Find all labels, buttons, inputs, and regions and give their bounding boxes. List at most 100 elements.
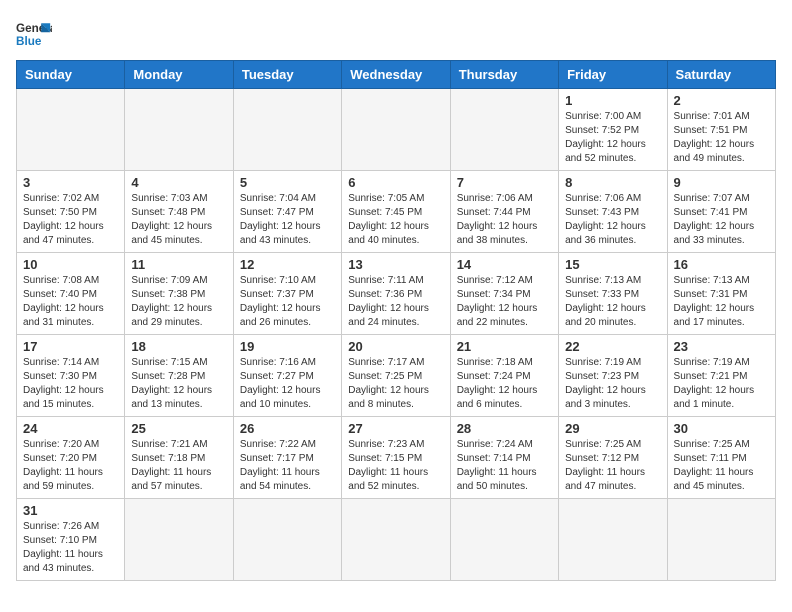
day-number: 11: [131, 257, 226, 272]
day-header-monday: Monday: [125, 61, 233, 89]
day-info: Sunrise: 7:22 AM Sunset: 7:17 PM Dayligh…: [240, 438, 335, 494]
day-info: Sunrise: 7:13 AM Sunset: 7:31 PM Dayligh…: [674, 274, 769, 330]
calendar-cell: 12Sunrise: 7:10 AM Sunset: 7:37 PM Dayli…: [233, 253, 341, 335]
calendar-cell: 16 Sunrise: 7:13 AM Sunset: 7:31 PM Dayli…: [667, 253, 775, 335]
day-number: 29: [565, 421, 660, 436]
day-info: Sunrise: 7:20 AM Sunset: 7:20 PM Dayligh…: [23, 438, 118, 494]
day-header-tuesday: Tuesday: [233, 61, 341, 89]
calendar-cell: [17, 89, 125, 171]
calendar-cell: [450, 89, 558, 171]
calendar-cell: 15 Sunrise: 7:13 AM Sunset: 7:33 PM Dayli…: [559, 253, 667, 335]
day-number: 1: [565, 93, 660, 108]
day-info: Sunrise: 7:25 AM Sunset: 7:11 PM Dayligh…: [674, 438, 769, 494]
calendar-cell: 6Sunrise: 7:05 AM Sunset: 7:45 PM Daylig…: [342, 171, 450, 253]
day-header-friday: Friday: [559, 61, 667, 89]
day-number: 22: [565, 339, 660, 354]
day-number: 27: [348, 421, 443, 436]
calendar-cell: [233, 499, 341, 581]
calendar-cell: 28 Sunrise: 7:24 AM Sunset: 7:14 PM Dayli…: [450, 417, 558, 499]
day-number: 7: [457, 175, 552, 190]
day-info: Sunrise: 7:04 AM Sunset: 7:47 PM Dayligh…: [240, 192, 335, 248]
day-number: 25: [131, 421, 226, 436]
calendar-week-row: 17 Sunrise: 7:14 AM Sunset: 7:30 PM Dayli…: [17, 335, 776, 417]
calendar-cell: 13 Sunrise: 7:11 AM Sunset: 7:36 PM Dayli…: [342, 253, 450, 335]
day-info: Sunrise: 7:26 AM Sunset: 7:10 PM Dayligh…: [23, 520, 118, 576]
day-number: 9: [674, 175, 769, 190]
day-header-saturday: Saturday: [667, 61, 775, 89]
calendar-cell: [125, 499, 233, 581]
calendar-body: 1Sunrise: 7:00 AM Sunset: 7:52 PM Daylig…: [17, 89, 776, 581]
day-number: 5: [240, 175, 335, 190]
day-info: Sunrise: 7:06 AM Sunset: 7:43 PM Dayligh…: [565, 192, 660, 248]
day-info: Sunrise: 7:13 AM Sunset: 7:33 PM Dayligh…: [565, 274, 660, 330]
day-info: Sunrise: 7:23 AM Sunset: 7:15 PM Dayligh…: [348, 438, 443, 494]
calendar-week-row: 3 Sunrise: 7:02 AM Sunset: 7:50 PM Daylig…: [17, 171, 776, 253]
calendar-cell: 21 Sunrise: 7:18 AM Sunset: 7:24 PM Dayli…: [450, 335, 558, 417]
day-number: 31: [23, 503, 118, 518]
day-number: 19: [240, 339, 335, 354]
calendar-cell: 27 Sunrise: 7:23 AM Sunset: 7:15 PM Dayli…: [342, 417, 450, 499]
calendar-week-row: 31 Sunrise: 7:26 AM Sunset: 7:10 PM Dayli…: [17, 499, 776, 581]
day-number: 16: [674, 257, 769, 272]
calendar-cell: 26 Sunrise: 7:22 AM Sunset: 7:17 PM Dayli…: [233, 417, 341, 499]
day-info: Sunrise: 7:09 AM Sunset: 7:38 PM Dayligh…: [131, 274, 226, 330]
day-info: Sunrise: 7:02 AM Sunset: 7:50 PM Dayligh…: [23, 192, 118, 248]
calendar-week-row: 1Sunrise: 7:00 AM Sunset: 7:52 PM Daylig…: [17, 89, 776, 171]
day-info: Sunrise: 7:06 AM Sunset: 7:44 PM Dayligh…: [457, 192, 552, 248]
day-info: Sunrise: 7:18 AM Sunset: 7:24 PM Dayligh…: [457, 356, 552, 412]
day-info: Sunrise: 7:24 AM Sunset: 7:14 PM Dayligh…: [457, 438, 552, 494]
day-info: Sunrise: 7:12 AM Sunset: 7:34 PM Dayligh…: [457, 274, 552, 330]
calendar-cell: [125, 89, 233, 171]
day-number: 17: [23, 339, 118, 354]
header: General Blue: [16, 16, 776, 52]
day-info: Sunrise: 7:19 AM Sunset: 7:23 PM Dayligh…: [565, 356, 660, 412]
day-number: 28: [457, 421, 552, 436]
calendar-cell: 17 Sunrise: 7:14 AM Sunset: 7:30 PM Dayli…: [17, 335, 125, 417]
day-info: Sunrise: 7:11 AM Sunset: 7:36 PM Dayligh…: [348, 274, 443, 330]
day-number: 13: [348, 257, 443, 272]
logo-icon: General Blue: [16, 16, 52, 52]
calendar-cell: 25 Sunrise: 7:21 AM Sunset: 7:18 PM Dayli…: [125, 417, 233, 499]
day-number: 20: [348, 339, 443, 354]
day-number: 8: [565, 175, 660, 190]
calendar-cell: 22 Sunrise: 7:19 AM Sunset: 7:23 PM Dayli…: [559, 335, 667, 417]
calendar-cell: 8 Sunrise: 7:06 AM Sunset: 7:43 PM Daylig…: [559, 171, 667, 253]
calendar-cell: 4Sunrise: 7:03 AM Sunset: 7:48 PM Daylig…: [125, 171, 233, 253]
calendar-cell: 20 Sunrise: 7:17 AM Sunset: 7:25 PM Dayli…: [342, 335, 450, 417]
calendar-cell: 30Sunrise: 7:25 AM Sunset: 7:11 PM Dayli…: [667, 417, 775, 499]
calendar-cell: 7 Sunrise: 7:06 AM Sunset: 7:44 PM Daylig…: [450, 171, 558, 253]
day-header-wednesday: Wednesday: [342, 61, 450, 89]
calendar-table: SundayMondayTuesdayWednesdayThursdayFrid…: [16, 60, 776, 581]
day-info: Sunrise: 7:03 AM Sunset: 7:48 PM Dayligh…: [131, 192, 226, 248]
day-number: 21: [457, 339, 552, 354]
calendar-cell: 14 Sunrise: 7:12 AM Sunset: 7:34 PM Dayli…: [450, 253, 558, 335]
calendar-cell: 5 Sunrise: 7:04 AM Sunset: 7:47 PM Daylig…: [233, 171, 341, 253]
calendar-cell: 19Sunrise: 7:16 AM Sunset: 7:27 PM Dayli…: [233, 335, 341, 417]
day-number: 26: [240, 421, 335, 436]
svg-text:Blue: Blue: [16, 35, 42, 48]
calendar-cell: 10Sunrise: 7:08 AM Sunset: 7:40 PM Dayli…: [17, 253, 125, 335]
day-header-thursday: Thursday: [450, 61, 558, 89]
calendar-cell: 29 Sunrise: 7:25 AM Sunset: 7:12 PM Dayli…: [559, 417, 667, 499]
day-info: Sunrise: 7:15 AM Sunset: 7:28 PM Dayligh…: [131, 356, 226, 412]
day-number: 14: [457, 257, 552, 272]
calendar-cell: 3 Sunrise: 7:02 AM Sunset: 7:50 PM Daylig…: [17, 171, 125, 253]
days-of-week-row: SundayMondayTuesdayWednesdayThursdayFrid…: [17, 61, 776, 89]
calendar-cell: 9 Sunrise: 7:07 AM Sunset: 7:41 PM Daylig…: [667, 171, 775, 253]
day-info: Sunrise: 7:21 AM Sunset: 7:18 PM Dayligh…: [131, 438, 226, 494]
day-number: 18: [131, 339, 226, 354]
calendar-cell: [450, 499, 558, 581]
day-number: 15: [565, 257, 660, 272]
day-info: Sunrise: 7:14 AM Sunset: 7:30 PM Dayligh…: [23, 356, 118, 412]
day-info: Sunrise: 7:07 AM Sunset: 7:41 PM Dayligh…: [674, 192, 769, 248]
day-info: Sunrise: 7:19 AM Sunset: 7:21 PM Dayligh…: [674, 356, 769, 412]
calendar-cell: [559, 499, 667, 581]
day-number: 3: [23, 175, 118, 190]
day-info: Sunrise: 7:25 AM Sunset: 7:12 PM Dayligh…: [565, 438, 660, 494]
day-info: Sunrise: 7:05 AM Sunset: 7:45 PM Dayligh…: [348, 192, 443, 248]
calendar-cell: 24Sunrise: 7:20 AM Sunset: 7:20 PM Dayli…: [17, 417, 125, 499]
day-info: Sunrise: 7:17 AM Sunset: 7:25 PM Dayligh…: [348, 356, 443, 412]
day-header-sunday: Sunday: [17, 61, 125, 89]
calendar-cell: [342, 499, 450, 581]
day-info: Sunrise: 7:08 AM Sunset: 7:40 PM Dayligh…: [23, 274, 118, 330]
